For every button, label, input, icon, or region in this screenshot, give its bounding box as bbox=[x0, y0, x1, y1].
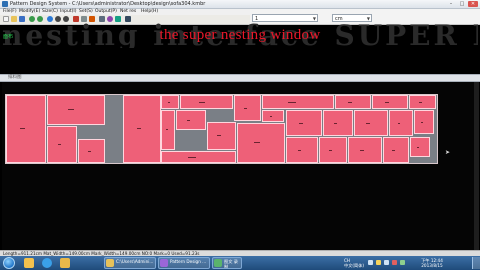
task-pattern-design[interactable]: Pattern Design ... bbox=[158, 257, 210, 269]
pattern-piece[interactable] bbox=[47, 95, 105, 125]
pattern-piece[interactable] bbox=[123, 95, 161, 163]
tray-app-icon[interactable] bbox=[392, 260, 397, 265]
pattern-piece[interactable] bbox=[335, 95, 371, 109]
mouse-cursor-icon: ➤ bbox=[445, 149, 451, 156]
pattern-piece[interactable] bbox=[237, 123, 285, 163]
layer-select[interactable]: 1 ▼ bbox=[252, 14, 318, 22]
pattern-piece[interactable] bbox=[207, 122, 236, 150]
clock-date[interactable]: 2013/8/15 bbox=[412, 263, 452, 268]
unit-select[interactable]: cm ▼ bbox=[332, 14, 372, 22]
minimize-button[interactable]: – bbox=[446, 1, 456, 7]
pattern-piece[interactable] bbox=[372, 95, 408, 109]
folder-pinned-icon[interactable] bbox=[60, 258, 70, 268]
pattern-piece[interactable] bbox=[180, 95, 233, 109]
app-window-icon bbox=[160, 259, 168, 267]
pattern-piece[interactable] bbox=[323, 110, 353, 136]
network-icon[interactable] bbox=[368, 260, 373, 265]
flag-icon[interactable] bbox=[376, 260, 381, 265]
marker-band bbox=[5, 94, 438, 164]
app-icon bbox=[2, 1, 8, 7]
pattern-piece[interactable] bbox=[262, 95, 334, 109]
pattern-piece[interactable] bbox=[47, 126, 77, 163]
task-explorer-window[interactable]: C:\Users\Admini... bbox=[104, 257, 156, 269]
tray-app2-icon[interactable] bbox=[400, 260, 405, 265]
internet-explorer-icon[interactable] bbox=[42, 258, 52, 268]
close-button[interactable]: ✕ bbox=[468, 1, 478, 7]
pattern-piece[interactable] bbox=[286, 110, 322, 136]
task-recorder[interactable]: 图文 录制 bbox=[212, 257, 242, 269]
pattern-piece[interactable] bbox=[78, 139, 105, 163]
maximize-button[interactable]: □ bbox=[457, 1, 467, 7]
show-desktop-button[interactable] bbox=[472, 257, 480, 269]
video-headline: the super nesting window bbox=[159, 27, 321, 43]
volume-icon[interactable] bbox=[384, 260, 389, 265]
pattern-piece[interactable] bbox=[348, 137, 382, 163]
pattern-piece[interactable] bbox=[6, 95, 46, 163]
pattern-piece[interactable] bbox=[389, 110, 413, 136]
window-title: Pattern Design System - C:\Users\adminis… bbox=[10, 1, 206, 7]
task-label: Pattern Design ... bbox=[170, 259, 207, 264]
pattern-piece[interactable] bbox=[319, 137, 347, 163]
nest-window-title: 排料图 bbox=[8, 75, 22, 80]
explorer-pinned-icon[interactable] bbox=[24, 258, 34, 268]
folder-icon bbox=[106, 259, 114, 267]
pattern-piece[interactable] bbox=[286, 137, 318, 163]
task-label: 图文 录制 bbox=[224, 259, 238, 269]
pattern-piece[interactable] bbox=[414, 110, 434, 134]
vertical-scrollbar[interactable] bbox=[474, 82, 479, 250]
input-method[interactable]: 中文(简体) bbox=[344, 263, 364, 268]
pattern-piece[interactable] bbox=[354, 110, 388, 136]
pattern-piece[interactable] bbox=[409, 95, 436, 109]
nest-window-titlebar bbox=[0, 74, 480, 82]
pattern-piece[interactable] bbox=[234, 95, 261, 121]
pattern-piece[interactable] bbox=[410, 137, 430, 157]
pattern-piece[interactable] bbox=[161, 151, 236, 163]
pattern-piece[interactable] bbox=[262, 110, 284, 122]
pattern-piece[interactable] bbox=[383, 137, 409, 163]
pattern-piece[interactable] bbox=[176, 110, 206, 130]
recorder-icon bbox=[214, 259, 222, 267]
task-label: C:\Users\Admini... bbox=[116, 259, 154, 264]
pattern-piece[interactable] bbox=[161, 95, 179, 109]
start-orb-icon[interactable] bbox=[3, 257, 15, 269]
pattern-piece[interactable] bbox=[161, 110, 175, 150]
